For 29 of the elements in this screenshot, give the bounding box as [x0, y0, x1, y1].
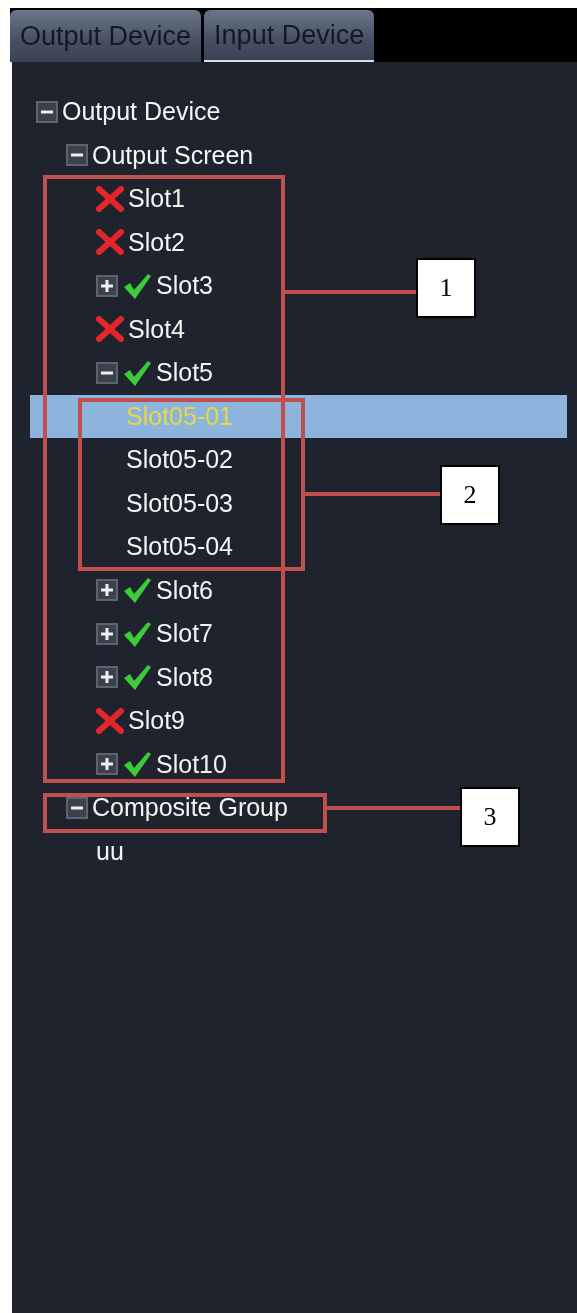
tree-item[interactable]: Slot2 [128, 227, 185, 257]
tree-item[interactable]: Slot7 [156, 619, 213, 649]
tree-item[interactable]: Slot3 [156, 271, 213, 301]
tree-item[interactable]: Slot05-02 [126, 445, 234, 475]
tree-item[interactable]: Slot8 [156, 662, 213, 692]
collapse-icon[interactable] [96, 361, 118, 384]
tree-item[interactable]: Slot5 [156, 358, 213, 388]
callout-number: 2 [440, 465, 500, 525]
tree-item[interactable]: Output Device [62, 97, 221, 127]
expand-icon[interactable] [96, 579, 118, 602]
collapse-icon[interactable] [66, 144, 88, 167]
tree-item[interactable]: Slot10 [156, 749, 227, 779]
expand-icon[interactable] [96, 274, 118, 297]
expand-icon[interactable] [96, 666, 118, 689]
tree-item[interactable]: Slot05-03 [126, 488, 234, 518]
tree-item[interactable]: Slot6 [156, 575, 213, 605]
expand-icon[interactable] [96, 622, 118, 645]
callout-number: 1 [416, 258, 476, 318]
tree-item[interactable]: Slot9 [128, 706, 185, 736]
tree-item[interactable]: uu [96, 836, 124, 866]
callout-number: 3 [460, 787, 520, 847]
collapse-icon[interactable] [36, 100, 58, 123]
tree-item[interactable]: Slot1 [128, 184, 185, 214]
tree-item[interactable]: Slot05-04 [126, 532, 234, 562]
collapse-icon[interactable] [66, 796, 88, 819]
expand-icon[interactable] [96, 753, 118, 776]
tree-item[interactable]: Composite Group [92, 793, 288, 823]
tree-item[interactable]: Output Screen [92, 140, 254, 170]
tree-item[interactable]: Slot4 [128, 314, 185, 344]
